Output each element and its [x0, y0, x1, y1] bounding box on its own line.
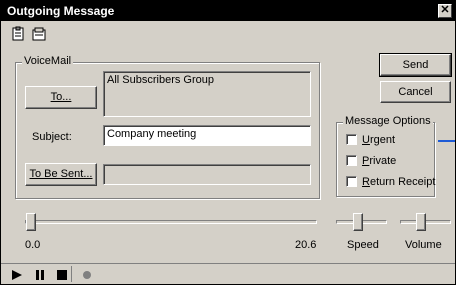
- return-receipt-checkbox[interactable]: [346, 176, 357, 187]
- private-label-rest: rivate: [369, 155, 397, 167]
- attach-icon[interactable]: [31, 26, 47, 42]
- stop-icon: [57, 270, 67, 280]
- to-be-sent-button-label: To Be Sent...: [29, 168, 93, 180]
- speed-label: Speed: [347, 239, 379, 251]
- stop-button[interactable]: [56, 269, 68, 284]
- private-checkbox[interactable]: [346, 155, 357, 166]
- position-start-label: 0.0: [25, 239, 41, 251]
- position-end-label: 20.6: [295, 239, 317, 251]
- speed-slider-thumb[interactable]: [353, 213, 363, 231]
- accent-line: [438, 140, 455, 142]
- volume-slider-thumb[interactable]: [416, 213, 426, 231]
- subject-label: Subject:: [32, 131, 72, 143]
- close-button[interactable]: ✕: [438, 4, 452, 18]
- recipients-field[interactable]: All Subscribers Group: [103, 71, 311, 117]
- toolbar: [1, 22, 455, 44]
- cancel-button-label: Cancel: [398, 86, 433, 98]
- to-button-label: To...: [50, 91, 72, 103]
- return-receipt-label[interactable]: Return Receipt: [362, 176, 435, 188]
- to-button[interactable]: To...: [25, 86, 97, 109]
- controls-divider: [71, 266, 72, 282]
- send-button[interactable]: Send: [379, 53, 452, 77]
- pause-button[interactable]: [34, 269, 46, 284]
- cancel-button[interactable]: Cancel: [380, 81, 451, 103]
- recipients-value: All Subscribers Group: [107, 74, 214, 86]
- paste-icon[interactable]: [11, 26, 27, 42]
- position-slider-thumb[interactable]: [26, 213, 36, 231]
- play-icon: [12, 270, 22, 280]
- to-be-sent-field[interactable]: [103, 164, 311, 185]
- urgent-checkbox[interactable]: [346, 134, 357, 145]
- to-be-sent-button[interactable]: To Be Sent...: [25, 163, 97, 186]
- title-bar[interactable]: Outgoing Message ✕: [1, 1, 455, 21]
- outgoing-message-window: Outgoing Message ✕ VoiceMail To... All S…: [0, 0, 456, 285]
- pause-icon: [36, 270, 44, 280]
- record-button[interactable]: [81, 269, 93, 284]
- message-options-group-label: Message Options: [343, 115, 433, 127]
- voicemail-group-label: VoiceMail: [22, 55, 74, 67]
- subject-input[interactable]: Company meeting: [103, 125, 311, 146]
- play-button[interactable]: [11, 269, 23, 284]
- volume-label: Volume: [405, 239, 442, 251]
- window-title: Outgoing Message: [7, 4, 115, 18]
- urgent-label-rest: rgent: [369, 134, 396, 146]
- playback-controls-bar: [1, 263, 455, 284]
- position-slider-track[interactable]: [25, 220, 317, 224]
- return-receipt-label-rest: eturn Receipt: [369, 176, 436, 188]
- private-label[interactable]: Private: [362, 155, 396, 167]
- send-button-label: Send: [402, 59, 429, 71]
- close-icon: ✕: [440, 4, 450, 16]
- urgent-label[interactable]: Urgent: [362, 134, 395, 146]
- record-icon: [83, 271, 91, 279]
- subject-value: Company meeting: [107, 128, 197, 140]
